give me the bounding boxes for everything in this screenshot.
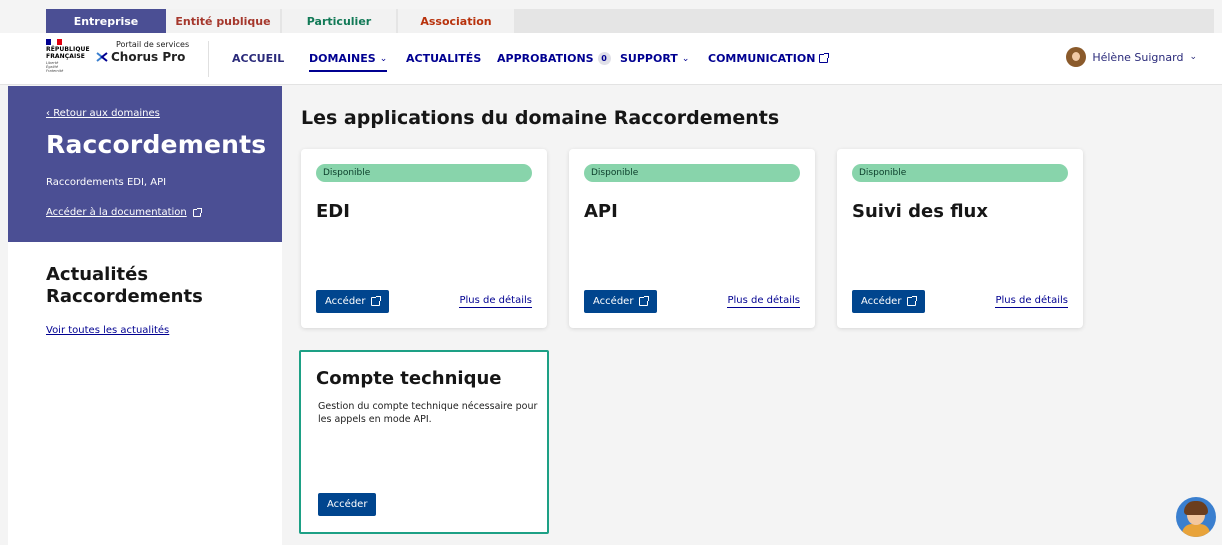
nav-accueil-label: ACCUEIL [232,52,285,65]
page-title: Les applications du domaine Raccordement… [301,107,780,129]
tab-particulier[interactable]: Particulier [282,9,396,33]
tab-particulier-label: Particulier [306,14,372,28]
site-header: RÉPUBLIQUE FRANÇAISE Liberté Égalité Fra… [0,33,1222,85]
user-avatar [1066,47,1087,67]
assistant-body [1182,524,1210,537]
access-button[interactable]: Accéder [316,290,390,313]
status-badge: Disponible [584,164,800,182]
tab-association[interactable]: Association [398,9,514,33]
external-link-icon [907,296,918,306]
rf-line-2: FRANÇAISE [46,53,85,60]
nav-actualites[interactable]: ACTUALITÉS [406,52,481,65]
app-card-api: Disponible API Accéder Plus de détails [569,149,815,328]
news-heading-line-2: Raccordements [46,286,203,307]
news-heading-line-1: Actualités [46,264,149,285]
documentation-link[interactable]: Accéder à la documentation [46,207,202,218]
external-link-icon [639,296,650,306]
domain-subtitle: Raccordements EDI, API [46,177,167,188]
news-heading: Actualités Raccordements [46,264,203,308]
nav-support-label: SUPPORT [620,52,678,65]
chevron-down-icon: ⌄ [379,53,388,64]
card-description: Gestion du compte technique nécessaire p… [318,401,538,425]
details-link[interactable]: Plus de détails [459,295,532,308]
tab-entreprise-label: Entreprise [73,14,139,28]
nav-accueil[interactable]: ACCUEIL [232,52,284,65]
documentation-link-label: Accéder à la documentation [46,207,187,218]
republique-francaise-logo[interactable]: RÉPUBLIQUE FRANÇAISE Liberté Égalité Fra… [46,39,92,79]
details-link[interactable]: Plus de détails [995,295,1068,308]
nav-domaines[interactable]: DOMAINES ⌄ [309,52,388,72]
assistant-avatar-button[interactable] [1176,497,1216,537]
chevron-down-icon: ⌄ [1189,52,1197,62]
nav-domaines-label: DOMAINES [309,52,376,65]
access-button-label: Accéder [327,499,368,510]
card-title: API [584,201,618,222]
access-button-label: Accéder [593,296,634,307]
card-title: EDI [316,201,350,222]
nav-communication[interactable]: COMMUNICATION [708,52,830,65]
card-title: Suivi des flux [852,201,988,222]
nav-communication-label: COMMUNICATION [708,52,816,65]
access-button[interactable]: Accéder [584,290,658,313]
status-badge: Disponible [852,164,1068,182]
access-button-label: Accéder [325,296,366,307]
all-news-link[interactable]: Voir toutes les actualités [46,325,169,336]
domain-title: Raccordements [46,130,267,159]
access-button-label: Accéder [861,296,902,307]
header-divider [208,41,209,77]
nav-support[interactable]: SUPPORT ⌄ [620,52,689,65]
user-menu[interactable]: Hélène Suignard ⌄ [1066,47,1197,67]
chevron-down-icon: ⌄ [681,53,690,64]
card-title: Compte technique [316,368,502,389]
app-card-edi: Disponible EDI Accéder Plus de détails [301,149,547,328]
back-link-label: Retour aux domaines [53,108,160,119]
nav-actualites-label: ACTUALITÉS [406,52,482,65]
nav-approbations[interactable]: APPROBATIONS 0 [497,52,611,65]
rf-motto-3: Fraternité [46,69,64,73]
tab-association-label: Association [420,14,492,28]
external-link-icon [371,296,382,306]
app-card-compte-technique: Compte technique Gestion du compte techn… [299,350,549,534]
tab-entite-publique-label: Entité publique [175,14,271,28]
portal-title-text: Chorus Pro [111,50,186,64]
nav-approbations-label: APPROBATIONS [497,52,594,65]
external-link-icon [819,53,830,63]
portal-title: Chorus Pro [96,50,185,64]
access-button[interactable]: Accéder [852,290,926,313]
external-link-icon [192,207,202,217]
tab-entreprise[interactable]: Entreprise [46,9,166,38]
portal-subtitle: Portail de services [116,40,190,49]
access-button[interactable]: Accéder [318,493,377,516]
flag-icon [46,39,62,45]
user-name: Hélène Suignard [1092,50,1184,64]
status-badge: Disponible [316,164,532,182]
approbations-count-badge: 0 [597,52,611,65]
assistant-hair [1184,501,1208,515]
app-card-suivi-des-flux: Disponible Suivi des flux Accéder Plus d… [837,149,1083,328]
chorus-logo-icon [96,52,108,62]
tab-entite-publique[interactable]: Entité publique [166,9,280,33]
details-link[interactable]: Plus de détails [727,295,800,308]
rf-line-1: RÉPUBLIQUE [46,46,90,53]
back-to-domains-link[interactable]: ‹ Retour aux domaines [46,108,160,119]
